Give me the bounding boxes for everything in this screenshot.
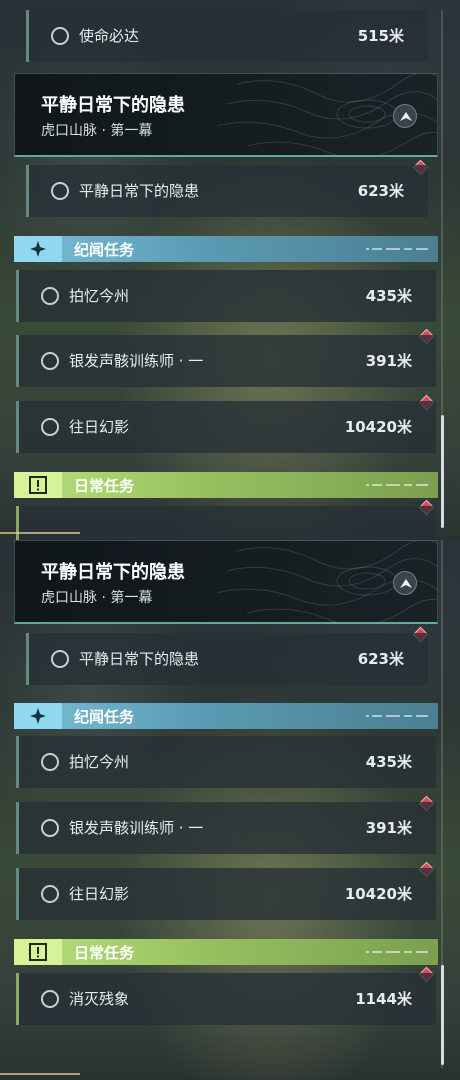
quest-status-circle-icon: [51, 182, 69, 200]
quest-distance: 435米: [365, 287, 412, 305]
main-quest-card[interactable]: 平静日常下的隐患 虎口山脉 · 第一幕: [14, 73, 438, 157]
sparkle-icon-box: [14, 236, 62, 262]
quest-name: 平静日常下的隐患: [79, 650, 200, 668]
quest-row-side-2[interactable]: 银发声骸训练师 · 一 391米: [16, 802, 436, 854]
quest-name: 拍忆今州: [69, 287, 130, 305]
header-decoration-icon: [366, 715, 428, 717]
quest-row-side-3[interactable]: 往日幻影 10420米: [16, 868, 436, 920]
navigate-button[interactable]: [393, 571, 417, 595]
quest-row-side-3[interactable]: 往日幻影 10420米: [16, 401, 436, 453]
quest-name: 消灭残象: [69, 990, 130, 1008]
quest-distance: 10420米: [344, 885, 412, 903]
quest-name: 使命必达: [79, 27, 140, 45]
scrollbar-thumb[interactable]: [441, 965, 444, 1065]
section-label: 日常任务: [74, 477, 135, 495]
quest-tracker-panel-bottom: 平静日常下的隐患 虎口山脉 · 第一幕 平静日常下的隐患 623米 纪闻任务 拍…: [0, 540, 460, 1080]
quest-row-side-1[interactable]: 拍忆今州 435米: [16, 270, 436, 322]
header-decoration-icon: [366, 248, 428, 250]
quest-distance: 10420米: [344, 418, 412, 436]
main-quest-title: 平静日常下的隐患: [41, 562, 185, 583]
daily-quest-section-header[interactable]: 日常任务: [14, 939, 438, 965]
quest-tracker-panel-top: 使命必达 515米 平静日常下的隐患 虎口山脉 · 第一幕 平静日常下的隐患 6…: [0, 0, 460, 540]
section-label: 纪闻任务: [74, 708, 135, 726]
corner-frame-mark: [0, 1073, 80, 1079]
navigate-button[interactable]: [393, 104, 417, 128]
quest-name: 往日幻影: [69, 885, 130, 903]
alert-icon: [29, 476, 47, 494]
side-quest-section-header[interactable]: 纪闻任务: [14, 236, 438, 262]
sparkle-icon: [30, 708, 46, 724]
quest-name: 平静日常下的隐患: [79, 182, 200, 200]
quest-row-mission[interactable]: 使命必达 515米: [26, 10, 428, 62]
daily-quest-section-header[interactable]: 日常任务: [14, 472, 438, 498]
quest-name: 拍忆今州: [69, 753, 130, 771]
main-quest-title: 平静日常下的隐患: [41, 95, 185, 116]
section-label: 纪闻任务: [74, 241, 135, 259]
alert-icon-box: [14, 939, 62, 965]
quest-status-circle-icon: [51, 27, 69, 45]
alert-icon-box: [14, 472, 62, 498]
quest-status-circle-icon: [41, 352, 59, 370]
quest-distance: 391米: [365, 352, 412, 370]
corner-frame-mark: [0, 532, 80, 538]
header-decoration-icon: [366, 484, 428, 486]
quest-distance: 623米: [357, 182, 404, 200]
quest-row-daily-1[interactable]: 消灭残象 1144米: [16, 973, 436, 1025]
side-quest-section-header[interactable]: 纪闻任务: [14, 703, 438, 729]
quest-status-circle-icon: [41, 990, 59, 1008]
quest-name: 银发声骸训练师 · 一: [69, 352, 204, 370]
quest-status-circle-icon: [41, 753, 59, 771]
quest-distance: 1144米: [355, 990, 412, 1008]
quest-distance: 435米: [365, 753, 412, 771]
main-quest-subtitle: 虎口山脉 · 第一幕: [41, 590, 153, 606]
quest-distance: 391米: [365, 819, 412, 837]
header-decoration-icon: [366, 951, 428, 953]
main-quest-card[interactable]: 平静日常下的隐患 虎口山脉 · 第一幕: [14, 540, 438, 624]
navigation-arrow-icon: [400, 112, 412, 121]
navigation-arrow-icon: [400, 579, 412, 588]
quest-status-circle-icon: [41, 819, 59, 837]
quest-row-side-2[interactable]: 银发声骸训练师 · 一 391米: [16, 335, 436, 387]
quest-name: 银发声骸训练师 · 一: [69, 819, 204, 837]
quest-status-circle-icon: [41, 418, 59, 436]
quest-name: 往日幻影: [69, 418, 130, 436]
quest-row-main-step[interactable]: 平静日常下的隐患 623米: [26, 633, 428, 685]
quest-status-circle-icon: [41, 287, 59, 305]
quest-distance: 623米: [357, 650, 404, 668]
sparkle-icon-box: [14, 703, 62, 729]
section-label: 日常任务: [74, 944, 135, 962]
quest-row-side-1[interactable]: 拍忆今州 435米: [16, 736, 436, 788]
alert-icon: [29, 943, 47, 961]
quest-status-circle-icon: [41, 885, 59, 903]
sparkle-icon: [30, 241, 46, 257]
main-quest-subtitle: 虎口山脉 · 第一幕: [41, 123, 153, 139]
quest-row-main-step[interactable]: 平静日常下的隐患 623米: [26, 165, 428, 217]
quest-distance: 515米: [357, 27, 404, 45]
scrollbar-thumb[interactable]: [441, 415, 444, 528]
quest-status-circle-icon: [51, 650, 69, 668]
